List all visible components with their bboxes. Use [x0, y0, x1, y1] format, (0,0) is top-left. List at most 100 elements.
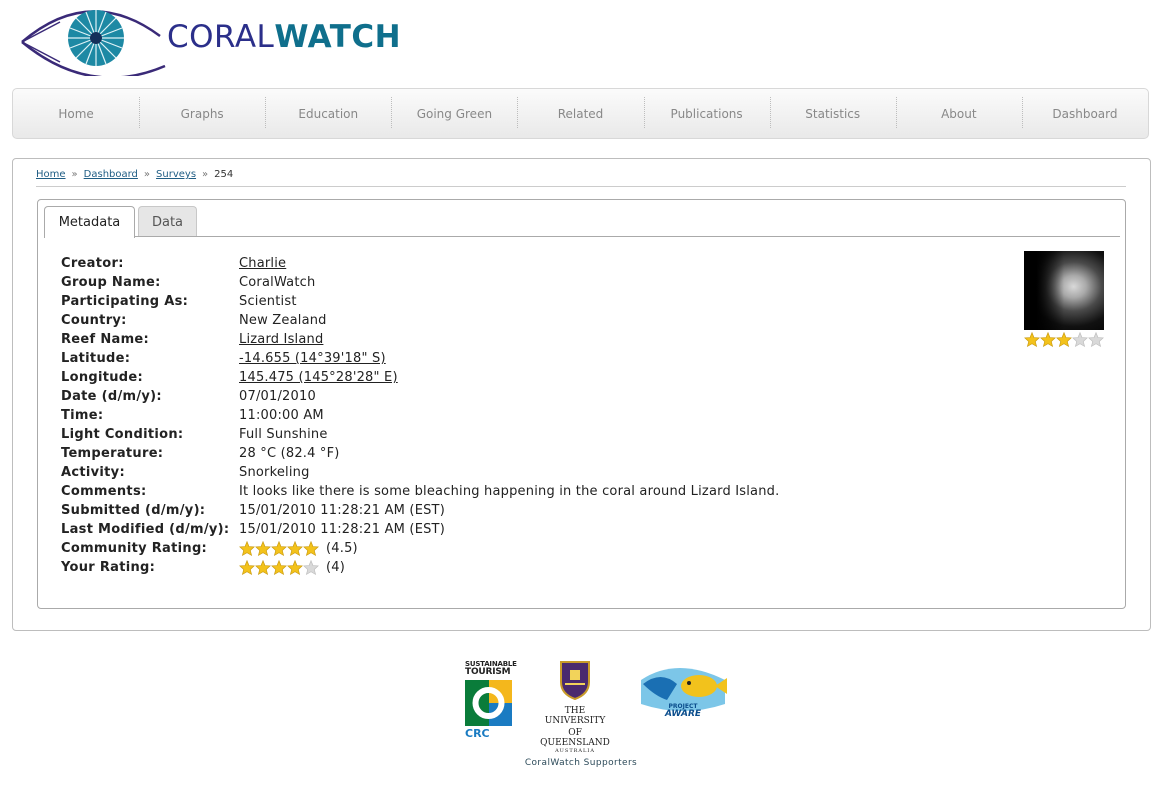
breadcrumb-separator: »: [202, 169, 209, 180]
metadata-label: Country:: [61, 313, 127, 328]
metadata-label: Group Name:: [61, 275, 161, 290]
metadata-row-temperature: Temperature: 28 °C (82.4 °F): [61, 444, 779, 463]
metadata-row-light: Light Condition: Full Sunshine: [61, 425, 779, 444]
latitude-link[interactable]: -14.655 (14°39'18" S): [239, 351, 386, 366]
star-filled-icon: [255, 541, 271, 556]
sponsor-line: OF QUEENSLAND: [540, 728, 610, 748]
metadata-value: It looks like there is some bleaching ha…: [239, 484, 780, 499]
breadcrumb-surveys[interactable]: Surveys: [156, 169, 196, 180]
metadata-value: 07/01/2010: [239, 389, 316, 404]
star-filled-icon: [1024, 332, 1040, 347]
community-rating-value: (4.5): [326, 541, 358, 556]
metadata-row-your-rating: Your Rating: (4): [61, 558, 779, 577]
metadata-label: Time:: [61, 408, 104, 423]
uq-crest-icon: [560, 661, 590, 701]
metadata-value: 15/01/2010 11:28:21 AM (EST): [239, 503, 445, 518]
metadata-value: Scientist: [239, 294, 297, 309]
coralwatch-logo[interactable]: CORALWATCH: [20, 2, 402, 76]
metadata-row-latitude: Latitude: -14.655 (14°39'18" S): [61, 349, 779, 368]
nav-related[interactable]: Related: [517, 89, 643, 138]
breadcrumb-separator: »: [143, 169, 151, 180]
project-aware-logo[interactable]: PROJECT AWARE: [637, 660, 729, 719]
metadata-label: Longitude:: [61, 370, 144, 385]
metadata-row-reef: Reef Name: Lizard Island: [61, 330, 779, 349]
metadata-label: Reef Name:: [61, 332, 150, 347]
nav-home[interactable]: Home: [13, 89, 139, 138]
star-filled-icon: [1040, 332, 1056, 347]
metadata-label: Comments:: [61, 484, 147, 499]
metadata-row-submitted: Submitted (d/m/y): 15/01/2010 11:28:21 A…: [61, 501, 779, 520]
nav-education[interactable]: Education: [265, 89, 391, 138]
creator-avatar[interactable]: [1024, 251, 1104, 330]
metadata-value: 11:00:00 AM: [239, 408, 324, 423]
star-filled-icon[interactable]: [287, 560, 303, 575]
breadcrumb-divider: [36, 186, 1126, 187]
breadcrumb: Home » Dashboard » Surveys » 254: [36, 169, 233, 180]
metadata-label: Community Rating:: [61, 541, 208, 556]
star-empty-icon: [1072, 332, 1088, 347]
metadata-label: Light Condition:: [61, 427, 184, 442]
supporters-label: CoralWatch Supporters: [524, 758, 638, 768]
metadata-label: Creator:: [61, 256, 124, 271]
nav-publications[interactable]: Publications: [643, 89, 770, 138]
your-rating-value: (4): [326, 560, 346, 575]
star-filled-icon: [271, 541, 287, 556]
nav-going-green[interactable]: Going Green: [391, 89, 517, 138]
nav-dashboard[interactable]: Dashboard: [1021, 89, 1148, 138]
metadata-row-community-rating: Community Rating: (4.5): [61, 539, 779, 558]
star-filled-icon: [303, 541, 319, 556]
star-empty-icon[interactable]: [303, 560, 319, 575]
metadata-value: Snorkeling: [239, 465, 310, 480]
sustainable-tourism-crc-logo[interactable]: SUSTAINABLE TOURISM CRC: [465, 660, 517, 740]
main-nav: Home Graphs Education Going Green Relate…: [12, 88, 1149, 139]
star-filled-icon: [287, 541, 303, 556]
project-aware-fish-icon: PROJECT AWARE: [641, 668, 727, 719]
crc-mark-icon: [465, 680, 512, 726]
nav-graphs[interactable]: Graphs: [139, 89, 265, 138]
nav-statistics[interactable]: Statistics: [769, 89, 896, 138]
metadata-label: Activity:: [61, 465, 125, 480]
sponsor-line: THE UNIVERSITY: [544, 706, 606, 726]
metadata-value: 15/01/2010 11:28:21 AM (EST): [239, 522, 445, 537]
longitude-link[interactable]: 145.475 (145°28'28" E): [239, 370, 398, 385]
logo-wordmark: CORALWATCH: [167, 19, 402, 55]
star-filled-icon[interactable]: [255, 560, 271, 575]
metadata-value: CoralWatch: [239, 275, 316, 290]
metadata-row-date: Date (d/m/y): 07/01/2010: [61, 387, 779, 406]
breadcrumb-dashboard[interactable]: Dashboard: [84, 169, 138, 180]
breadcrumb-current: 254: [214, 169, 234, 180]
star-filled-icon: [1056, 332, 1072, 347]
tab-metadata[interactable]: Metadata: [44, 206, 135, 238]
tab-data[interactable]: Data: [138, 206, 197, 237]
metadata-row-participating: Participating As: Scientist: [61, 292, 779, 311]
metadata-value: New Zealand: [239, 313, 327, 328]
sponsor-line: CRC: [465, 727, 490, 740]
metadata-value: 28 °C (82.4 °F): [239, 446, 340, 461]
sponsor-line: AUSTRALIA: [555, 748, 595, 754]
sponsor-line: AWARE: [664, 709, 702, 718]
metadata-label: Temperature:: [61, 446, 164, 461]
metadata-row-creator: Creator: Charlie: [61, 254, 779, 273]
reef-name-link[interactable]: Lizard Island: [239, 332, 323, 347]
metadata-label: Last Modified (d/m/y):: [61, 522, 230, 537]
tab-bar-divider: [44, 236, 1120, 237]
breadcrumb-home[interactable]: Home: [36, 169, 66, 180]
breadcrumb-separator: »: [71, 169, 78, 180]
sponsor-line: TOURISM: [465, 667, 511, 677]
creator-rating-stars: [1024, 332, 1104, 347]
metadata-row-country: Country: New Zealand: [61, 311, 779, 330]
nav-about[interactable]: About: [895, 89, 1022, 138]
metadata-label: Your Rating:: [61, 560, 156, 575]
metadata-value: Full Sunshine: [239, 427, 328, 442]
star-filled-icon: [239, 541, 255, 556]
metadata-label: Date (d/m/y):: [61, 389, 162, 404]
creator-link[interactable]: Charlie: [239, 256, 286, 271]
your-rating-stars[interactable]: [239, 560, 319, 575]
star-filled-icon[interactable]: [239, 560, 255, 575]
metadata-row-longitude: Longitude: 145.475 (145°28'28" E): [61, 368, 779, 387]
metadata-row-activity: Activity: Snorkeling: [61, 463, 779, 482]
university-of-queensland-logo[interactable]: THE UNIVERSITY OF QUEENSLAND AUSTRALIA: [534, 660, 616, 754]
metadata-row-group: Group Name: CoralWatch: [61, 273, 779, 292]
star-empty-icon: [1088, 332, 1104, 347]
star-filled-icon[interactable]: [271, 560, 287, 575]
